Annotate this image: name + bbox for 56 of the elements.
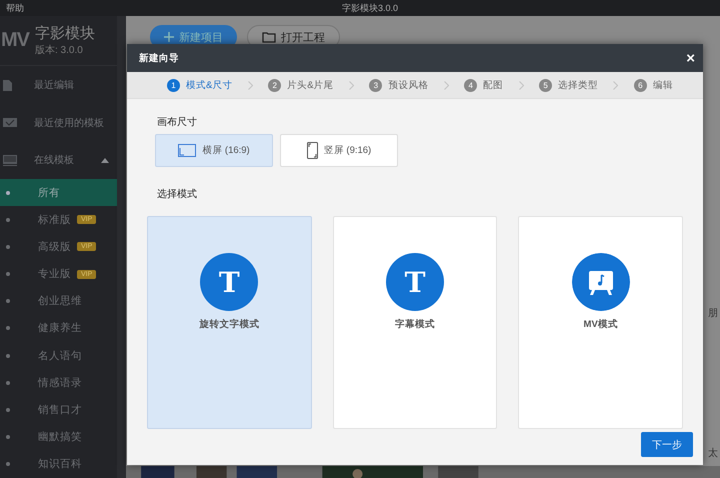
chevron-icon (444, 80, 449, 90)
wizard-step[interactable]: 4 配图 (464, 78, 504, 92)
category-item[interactable]: 情感语录 (0, 369, 117, 396)
step-number: 2 (268, 78, 282, 92)
template-title: 太 (708, 446, 718, 460)
window-title: 字影模块3.0.0 (340, 2, 398, 14)
mode-card[interactable]: T 字幕模式 (332, 216, 498, 429)
folder-icon (262, 31, 276, 43)
step-number: 4 (464, 78, 478, 92)
file-icon (3, 80, 12, 91)
wizard-step[interactable]: 2 片头&片尾 (268, 78, 334, 92)
logo: MV (1, 29, 29, 52)
mode-card[interactable]: MV模式 (518, 216, 684, 429)
plus-icon (164, 32, 174, 42)
dialog-title: 新建向导 (139, 52, 179, 64)
wizard-step[interactable]: 3 预设风格 (369, 78, 428, 92)
chevron-icon (248, 80, 253, 90)
category-item[interactable]: 健康养生 (0, 314, 117, 342)
landscape-screen-icon (178, 144, 196, 157)
nav-item[interactable]: 最近使用的模板 (0, 104, 117, 142)
category-item[interactable]: 名人语句 (0, 342, 117, 370)
category-item[interactable]: 知识百科 (0, 450, 117, 478)
category-item[interactable]: 销售口才 (0, 396, 117, 424)
help-menu[interactable]: 帮助 (0, 2, 24, 14)
next-button[interactable]: 下一步 (641, 432, 693, 457)
wizard-step[interactable]: 1 模式&尺寸 (167, 78, 232, 92)
caret-icon (101, 158, 109, 163)
phone-icon (306, 142, 318, 159)
text-icon: T (386, 253, 444, 311)
music-screen-icon (572, 253, 630, 311)
section-heading: 画布尺寸 (157, 116, 198, 129)
monitor-icon (3, 154, 17, 166)
envelope-icon (3, 118, 17, 128)
step-number: 3 (369, 78, 382, 92)
text-icon: T (200, 253, 258, 311)
chevron-icon (518, 80, 524, 90)
wizard-step[interactable]: 5 选择类型 (539, 78, 598, 92)
wizard-step[interactable]: 6 编辑 (634, 78, 673, 92)
canvas-size-option[interactable]: 竖屏 (9:16) (280, 134, 398, 167)
category-item[interactable]: 所有 (0, 179, 117, 206)
nav-item[interactable]: 在线模板 (0, 142, 117, 180)
category-item[interactable]: 幽默搞笑 (0, 424, 117, 451)
canvas-size-option[interactable]: 横屏 (16:9) (155, 134, 273, 167)
mode-card[interactable]: T 旋转文字模式 (147, 216, 312, 429)
app-name: 字影模块 (35, 24, 95, 44)
chevron-icon (613, 80, 618, 90)
nav-item[interactable]: 最近编辑 (0, 66, 117, 104)
close-button[interactable]: × (686, 50, 695, 66)
category-item[interactable]: 创业思维 (0, 288, 117, 315)
step-number: 1 (167, 78, 180, 92)
step-number: 6 (634, 78, 647, 92)
version-label: 版本: 3.0.0 (35, 44, 84, 58)
template-title: 朋 (708, 307, 718, 320)
section-heading: 选择模式 (157, 188, 198, 201)
step-number: 5 (539, 78, 552, 92)
chevron-icon (348, 80, 354, 90)
